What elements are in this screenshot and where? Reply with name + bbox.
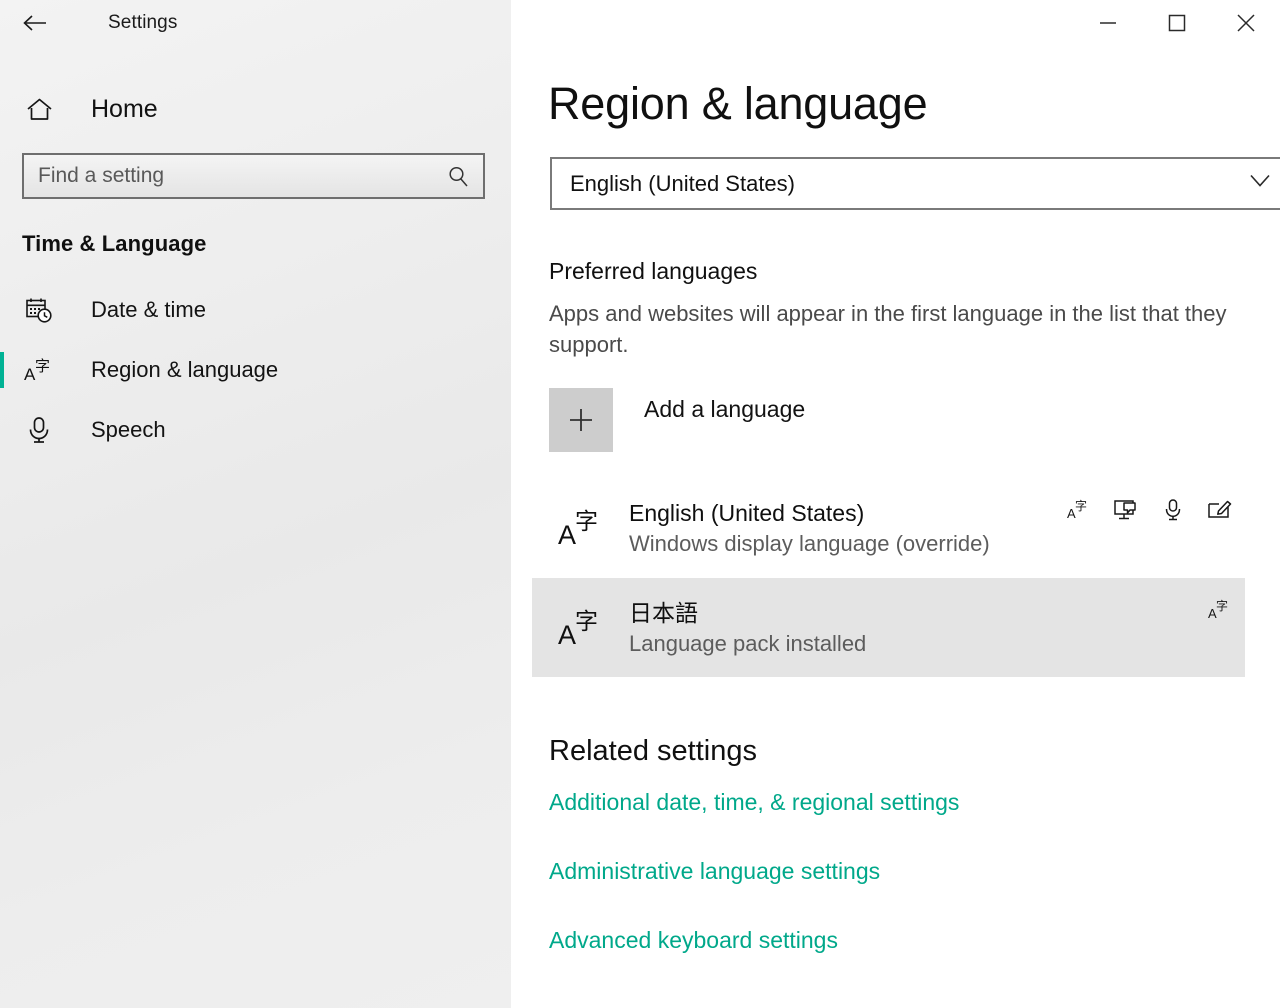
svg-text:字: 字 bbox=[575, 509, 598, 535]
sidebar: Settings Home Time & Language bbox=[0, 0, 511, 1008]
back-button[interactable] bbox=[22, 6, 64, 40]
close-icon bbox=[1235, 12, 1257, 34]
country-region-combobox[interactable]: English (United States) bbox=[550, 157, 1280, 210]
list-item-text: 日本語 Language pack installed bbox=[629, 597, 1205, 659]
country-region-value: English (United States) bbox=[570, 171, 795, 197]
handwriting-pen-icon[interactable] bbox=[1205, 496, 1235, 524]
sidebar-item-date-time[interactable]: Date & time bbox=[0, 280, 511, 340]
selection-accent-bar bbox=[0, 352, 4, 388]
maximize-icon bbox=[1167, 13, 1187, 33]
app-title: Settings bbox=[108, 12, 177, 34]
related-settings-heading: Related settings bbox=[549, 735, 757, 768]
minimize-button[interactable] bbox=[1073, 0, 1142, 46]
sidebar-home-label: Home bbox=[91, 95, 158, 124]
language-name: English (United States) bbox=[629, 500, 864, 526]
search-input[interactable] bbox=[38, 155, 443, 197]
maximize-button[interactable] bbox=[1142, 0, 1211, 46]
language-actions: A 字 bbox=[1064, 496, 1235, 524]
minimize-icon bbox=[1097, 16, 1119, 30]
back-arrow-icon bbox=[22, 13, 48, 33]
sidebar-item-home[interactable]: Home bbox=[0, 85, 511, 133]
list-item[interactable]: A 字 日本語 Language pack installed A 字 bbox=[532, 578, 1245, 677]
page-title: Region & language bbox=[548, 78, 927, 130]
sidebar-category-title: Time & Language bbox=[22, 231, 511, 257]
preferred-languages-heading: Preferred languages bbox=[549, 258, 757, 285]
svg-text:字: 字 bbox=[575, 609, 598, 635]
chevron-down-icon bbox=[1250, 174, 1270, 193]
svg-text:A: A bbox=[558, 620, 576, 650]
language-name: 日本語 bbox=[629, 600, 698, 626]
preferred-languages-description: Apps and websites will appear in the fir… bbox=[549, 298, 1249, 360]
svg-text:字: 字 bbox=[35, 357, 50, 375]
home-icon bbox=[22, 97, 56, 122]
selection-accent-bar bbox=[0, 292, 4, 328]
link-administrative-language-settings[interactable]: Administrative language settings bbox=[549, 858, 880, 885]
svg-text:字: 字 bbox=[1216, 599, 1228, 613]
close-button[interactable] bbox=[1211, 0, 1280, 46]
calendar-clock-icon bbox=[22, 296, 56, 324]
main-content: Region & language English (United States… bbox=[511, 0, 1280, 1008]
settings-window: Settings Home Time & Language bbox=[0, 0, 1280, 1008]
selection-accent-bar bbox=[0, 412, 4, 448]
add-language-button[interactable]: Add a language bbox=[549, 388, 805, 452]
list-item[interactable]: A 字 English (United States) Windows disp… bbox=[532, 478, 1245, 577]
sidebar-item-label: Region & language bbox=[91, 357, 278, 383]
language-glyph: A 字 bbox=[551, 606, 611, 650]
display-language-icon[interactable] bbox=[1111, 496, 1141, 524]
related-settings-links: Additional date, time, & regional settin… bbox=[549, 789, 959, 996]
link-additional-date-time-regional-settings[interactable]: Additional date, time, & regional settin… bbox=[549, 789, 959, 816]
sidebar-item-speech[interactable]: Speech bbox=[0, 400, 511, 460]
language-status: Windows display language (override) bbox=[629, 531, 990, 556]
language-glyph: A 字 bbox=[551, 506, 611, 550]
language-options-icon[interactable]: A 字 bbox=[1064, 496, 1094, 524]
language-icon: A 字 bbox=[22, 356, 56, 384]
sidebar-item-label: Speech bbox=[91, 417, 166, 443]
microphone-icon bbox=[22, 416, 56, 444]
window-controls bbox=[1073, 0, 1280, 46]
sidebar-item-label: Date & time bbox=[91, 297, 206, 323]
language-status: Language pack installed bbox=[629, 631, 866, 656]
add-language-label: Add a language bbox=[644, 396, 805, 423]
svg-text:A: A bbox=[558, 520, 576, 550]
language-options-icon[interactable]: A 字 bbox=[1205, 596, 1235, 624]
list-item-text: English (United States) Windows display … bbox=[629, 497, 1064, 559]
titlebar-left: Settings bbox=[0, 0, 511, 46]
link-advanced-keyboard-settings[interactable]: Advanced keyboard settings bbox=[549, 927, 838, 954]
speech-microphone-icon[interactable] bbox=[1158, 496, 1188, 524]
language-actions: A 字 bbox=[1205, 596, 1235, 624]
sidebar-nav: Date & time A 字 Region & language bbox=[0, 280, 511, 460]
sidebar-item-region-language[interactable]: A 字 Region & language bbox=[0, 340, 511, 400]
search-box[interactable] bbox=[22, 153, 485, 199]
search-icon[interactable] bbox=[443, 165, 473, 188]
plus-icon bbox=[549, 388, 613, 452]
svg-text:字: 字 bbox=[1075, 499, 1087, 513]
